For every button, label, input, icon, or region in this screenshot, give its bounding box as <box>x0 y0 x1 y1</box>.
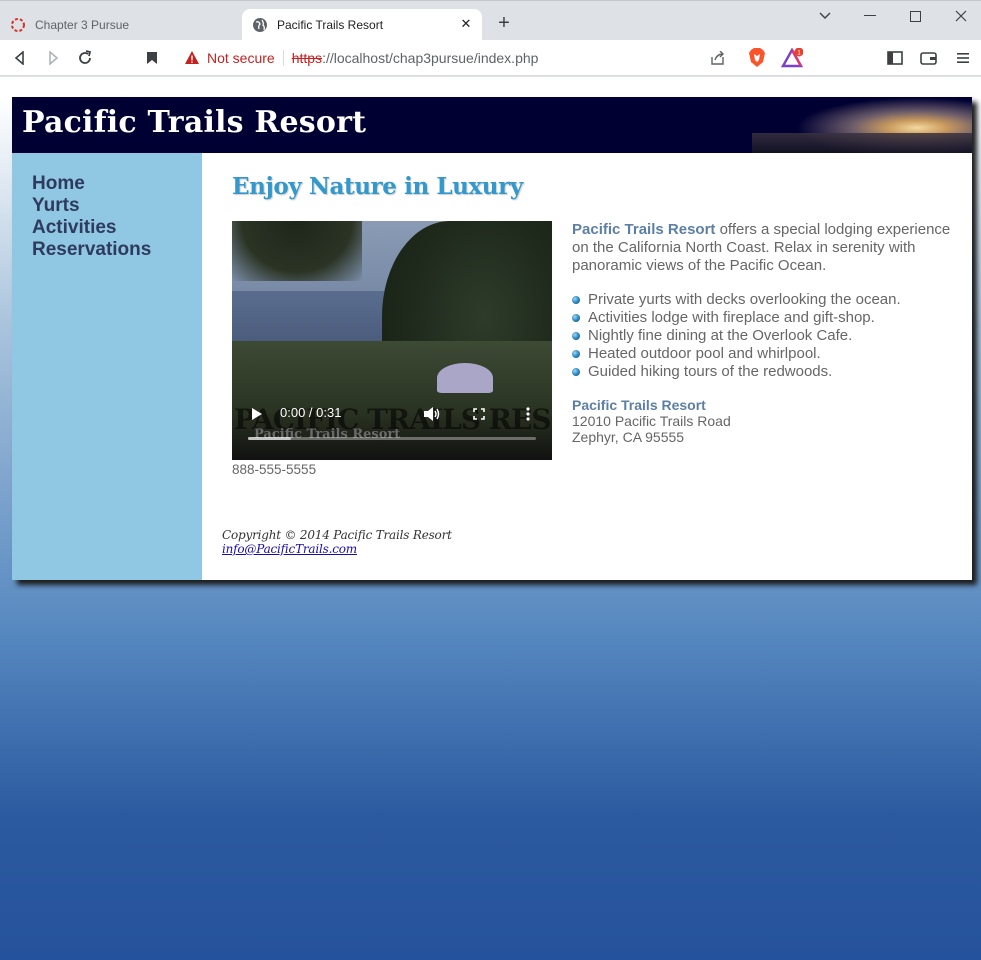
site-header: Pacific Trails Resort <box>12 97 972 153</box>
features-list: Private yurts with decks overlooking the… <box>572 291 952 381</box>
address-city: Zephyr, CA 95555 <box>572 429 685 445</box>
list-item: Guided hiking tours of the redwoods. <box>572 363 952 381</box>
intro-brand: Pacific Trails Resort <box>572 221 716 238</box>
nav-reservations[interactable]: Reservations <box>32 239 202 261</box>
page-heading: Enjoy Nature in Luxury <box>232 173 523 200</box>
list-item: Nightly fine dining at the Overlook Cafe… <box>572 327 952 345</box>
video-progress-bar[interactable] <box>248 437 536 440</box>
video-player[interactable]: PACIFIC TRAILS RESORT Pacific Trails Res… <box>232 221 552 460</box>
tab-search-chevron-icon[interactable] <box>810 5 840 27</box>
omnibox-divider <box>282 50 284 66</box>
video-progress-fill <box>248 437 292 440</box>
video-yurt <box>437 363 493 393</box>
nav-yurts[interactable]: Yurts <box>32 195 202 217</box>
wallet-icon[interactable] <box>917 46 941 70</box>
browser-toolbar: Not secure https://localhost/chap3pursue… <box>0 40 981 76</box>
address-name: Pacific Trails Resort <box>572 397 706 413</box>
list-item: Heated outdoor pool and whirlpool. <box>572 345 952 363</box>
globe-icon <box>252 17 268 33</box>
list-item: Activities lodge with fireplace and gift… <box>572 309 952 327</box>
more-options-icon[interactable] <box>519 405 537 423</box>
sidebar-toggle-icon[interactable] <box>883 46 907 70</box>
site-footer: Copyright © 2014 Pacific Trails Resort i… <box>222 528 452 556</box>
video-controls: 0:00 / 0:31 <box>232 397 552 460</box>
bullet-icon <box>572 314 580 322</box>
nav-activities[interactable]: Activities <box>32 217 202 239</box>
main-content: Enjoy Nature in Luxury PACIFIC TRAILS RE… <box>202 153 972 580</box>
bullet-icon <box>572 350 580 358</box>
tab-strip: Chapter 3 Pursue Pacific Trails Resort ✕… <box>0 0 981 41</box>
back-icon[interactable] <box>8 46 32 70</box>
tab-chapter-3-pursue[interactable]: Chapter 3 Pursue <box>0 9 240 41</box>
feature-text: Heated outdoor pool and whirlpool. <box>588 345 821 362</box>
page-viewport: Pacific Trails Resort Home Yurts Activit… <box>0 77 981 960</box>
forward-icon[interactable] <box>41 46 65 70</box>
close-tab-icon[interactable]: ✕ <box>458 16 474 32</box>
volume-icon[interactable] <box>422 405 442 423</box>
address-block: Pacific Trails Resort 12010 Pacific Trai… <box>572 397 731 445</box>
close-window-icon[interactable] <box>946 5 976 27</box>
phone-number: 888-555-5555 <box>232 462 317 477</box>
fullscreen-icon[interactable] <box>470 405 488 423</box>
reload-icon[interactable] <box>73 46 97 70</box>
menu-icon[interactable] <box>951 46 975 70</box>
play-icon[interactable] <box>248 405 266 423</box>
site-wrapper: Pacific Trails Resort Home Yurts Activit… <box>12 97 972 580</box>
maximize-icon[interactable] <box>900 5 930 27</box>
video-time: 0:00 / 0:31 <box>280 405 342 420</box>
tab-pacific-trails-resort[interactable]: Pacific Trails Resort ✕ <box>242 9 482 41</box>
bullet-icon <box>572 296 580 304</box>
bullet-icon <box>572 368 580 376</box>
email-link[interactable]: info@PacificTrails.com <box>222 542 357 556</box>
security-label[interactable]: Not secure <box>207 50 275 66</box>
url-text: ://localhost/chap3pursue/index.php <box>322 50 539 66</box>
main-nav: Home Yurts Activities Reservations <box>12 153 202 580</box>
horizon-band <box>752 133 972 153</box>
feature-text: Activities lodge with fireplace and gift… <box>588 309 875 326</box>
video-branches <box>232 221 362 281</box>
feature-text: Nightly fine dining at the Overlook Cafe… <box>588 327 853 344</box>
list-item: Private yurts with decks overlooking the… <box>572 291 952 309</box>
loading-spinner-icon <box>10 17 26 33</box>
feature-text: Private yurts with decks overlooking the… <box>588 291 901 308</box>
nav-home[interactable]: Home <box>32 173 202 195</box>
tab-title: Pacific Trails Resort <box>277 18 384 32</box>
bullet-icon <box>572 332 580 340</box>
minimize-icon[interactable] <box>855 5 885 27</box>
site-title: Pacific Trails Resort <box>22 105 367 140</box>
intro-paragraph: Pacific Trails Resort offers a special l… <box>572 221 952 275</box>
share-icon[interactable] <box>706 46 730 70</box>
brave-rewards-icon[interactable]: 1 <box>780 46 804 70</box>
bookmark-icon[interactable] <box>140 46 164 70</box>
url-scheme: https <box>291 50 323 66</box>
feature-text: Guided hiking tours of the redwoods. <box>588 363 833 380</box>
brave-shields-icon[interactable] <box>745 46 769 70</box>
new-tab-button[interactable]: + <box>494 13 514 33</box>
warning-icon[interactable] <box>184 50 200 66</box>
address-street: 12010 Pacific Trails Road <box>572 413 731 429</box>
tab-title: Chapter 3 Pursue <box>35 18 130 32</box>
copyright-text: Copyright © 2014 Pacific Trails Resort <box>222 528 452 542</box>
